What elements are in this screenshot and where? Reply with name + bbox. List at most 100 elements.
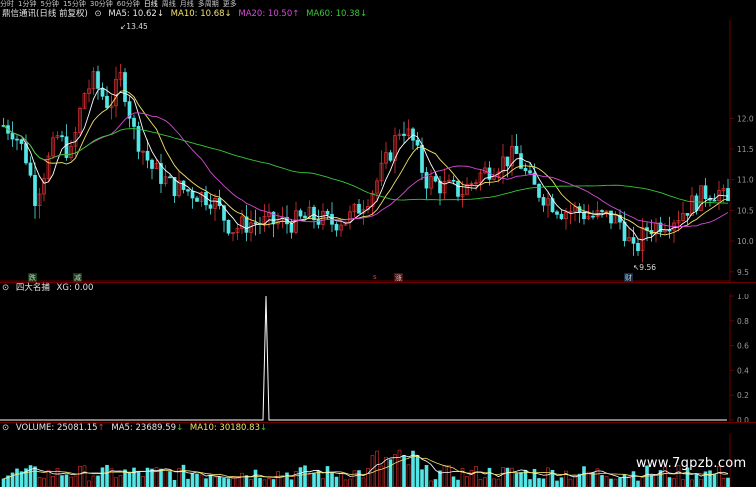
period-toolbar: 分时 1分钟 5分钟 15分钟 30分钟 60分钟 日线 周线 月线 多周期 更多 xyxy=(0,0,756,9)
indicator-title[interactable]: 四大名捕 xyxy=(16,283,50,293)
candle-body xyxy=(609,210,613,224)
volume-bar xyxy=(519,472,523,487)
toolbar-item-10[interactable]: 更多 xyxy=(223,0,237,8)
volume-bar xyxy=(541,478,546,487)
volume-bar xyxy=(132,467,136,487)
volume-bar xyxy=(217,476,222,487)
volume-bar xyxy=(631,471,636,487)
volume-bar xyxy=(262,479,267,487)
volume-bar xyxy=(352,470,357,487)
ma5-readout: MA5: 10.62↓ xyxy=(108,9,164,19)
candle-body xyxy=(694,195,699,211)
candle-body xyxy=(712,199,717,202)
indicator-axis-label: 0.2 xyxy=(737,391,749,400)
candle-body xyxy=(523,168,528,172)
volume-bar xyxy=(627,476,631,487)
candle-body xyxy=(600,210,604,212)
volume-bar xyxy=(141,475,145,487)
settings-dot-icon[interactable]: ⊙ xyxy=(2,423,9,433)
volume-bar xyxy=(51,475,55,487)
toolbar-item-1[interactable]: 1分钟 xyxy=(18,0,36,8)
indicator-axis-label: 0.8 xyxy=(737,317,749,326)
volume-bar xyxy=(384,456,388,487)
candle-body xyxy=(132,117,136,127)
candle-body xyxy=(303,215,307,219)
candle-body xyxy=(456,180,460,197)
volume-bar xyxy=(582,466,586,487)
volume-bar xyxy=(168,471,172,487)
volume-bar xyxy=(397,449,402,487)
candle-body xyxy=(415,139,420,146)
candle-body xyxy=(312,206,316,221)
volume-ma-line xyxy=(3,454,729,480)
volume-bar xyxy=(303,465,307,487)
toolbar-item-5[interactable]: 60分钟 xyxy=(117,0,140,8)
volume-bar xyxy=(82,465,87,487)
indicator-chart[interactable]: 1.00.80.60.40.20.0 xyxy=(0,294,756,422)
settings-dot-icon[interactable]: ⊙ xyxy=(95,9,102,19)
signal-label[interactable]: s xyxy=(372,273,378,281)
volume-bar xyxy=(298,467,303,487)
volume-bar xyxy=(316,470,321,487)
volume-bar xyxy=(181,464,186,487)
toolbar-item-0[interactable]: 分时 xyxy=(0,0,14,8)
high-price-marker: ↙13.45 xyxy=(120,22,148,31)
price-chart[interactable]: 12.0 11.5 11.0 10.5 10.0 9.5 xyxy=(0,20,756,282)
price-axis-label: 9.5 xyxy=(737,268,749,277)
volume-ma-line xyxy=(3,456,729,480)
toolbar-item-7[interactable]: 周线 xyxy=(162,0,176,8)
volume-bar xyxy=(114,477,118,487)
volume-bar xyxy=(285,472,289,487)
volume-bar xyxy=(240,472,244,487)
volume-bar xyxy=(640,477,645,487)
indicator-header: ⊙ 四大名捕 XG: 0.00 xyxy=(2,283,97,294)
candle-body xyxy=(636,242,640,252)
volume-bar xyxy=(213,476,217,487)
volume-bar xyxy=(46,469,51,487)
volume-bar xyxy=(451,476,456,487)
volume-bar xyxy=(483,477,487,487)
volume-bar xyxy=(604,476,609,487)
candle-body xyxy=(15,138,19,141)
volume-bar xyxy=(42,477,46,487)
price-axis-label: 10.0 xyxy=(737,237,754,246)
candle-body xyxy=(591,215,595,218)
ma-line xyxy=(3,125,729,204)
volume-bar xyxy=(388,459,393,487)
volume-bar xyxy=(618,477,622,487)
candle-body xyxy=(424,172,429,189)
candle-body xyxy=(289,223,294,233)
volume-bar xyxy=(199,474,204,487)
candle-body xyxy=(420,144,424,173)
toolbar-item-8[interactable]: 月线 xyxy=(180,0,194,8)
toolbar-item-2[interactable]: 5分钟 xyxy=(40,0,58,8)
candle-body xyxy=(433,176,438,182)
candle-body xyxy=(451,179,456,182)
toolbar-item-9[interactable]: 多周期 xyxy=(198,0,219,8)
volume-bar xyxy=(186,478,190,487)
toolbar-item-6[interactable]: 日线 xyxy=(144,0,158,8)
settings-dot-icon[interactable]: ⊙ xyxy=(2,283,9,293)
volume-bar xyxy=(487,467,492,487)
volume-bar xyxy=(429,480,433,487)
toolbar-item-4[interactable]: 30分钟 xyxy=(90,0,113,8)
candle-body xyxy=(685,213,690,216)
toolbar-item-3[interactable]: 15分钟 xyxy=(63,0,86,8)
volume-bar xyxy=(307,474,312,487)
volume-bar xyxy=(325,466,330,487)
volume-bar xyxy=(537,478,541,487)
main-chart-header: 鼎信通讯(日线 前复权) ⊙ MA5: 10.62↓ MA10: 10.68↓ … xyxy=(2,9,371,20)
stock-title[interactable]: 鼎信通讯(日线 前复权) xyxy=(2,9,88,19)
volume-bar xyxy=(708,470,712,487)
volume-bar xyxy=(330,472,334,487)
volume-bar xyxy=(573,475,577,487)
volume-ma10-readout: MA10: 30180.83↓ xyxy=(189,423,268,433)
volume-bar xyxy=(586,471,591,487)
price-axis-label: 10.5 xyxy=(737,206,754,215)
volume-bar xyxy=(375,450,379,487)
volume-bar xyxy=(622,474,627,487)
volume-bar xyxy=(442,465,447,487)
volume-bar xyxy=(532,468,537,487)
volume-bar xyxy=(492,478,496,487)
ma-line xyxy=(3,90,729,236)
